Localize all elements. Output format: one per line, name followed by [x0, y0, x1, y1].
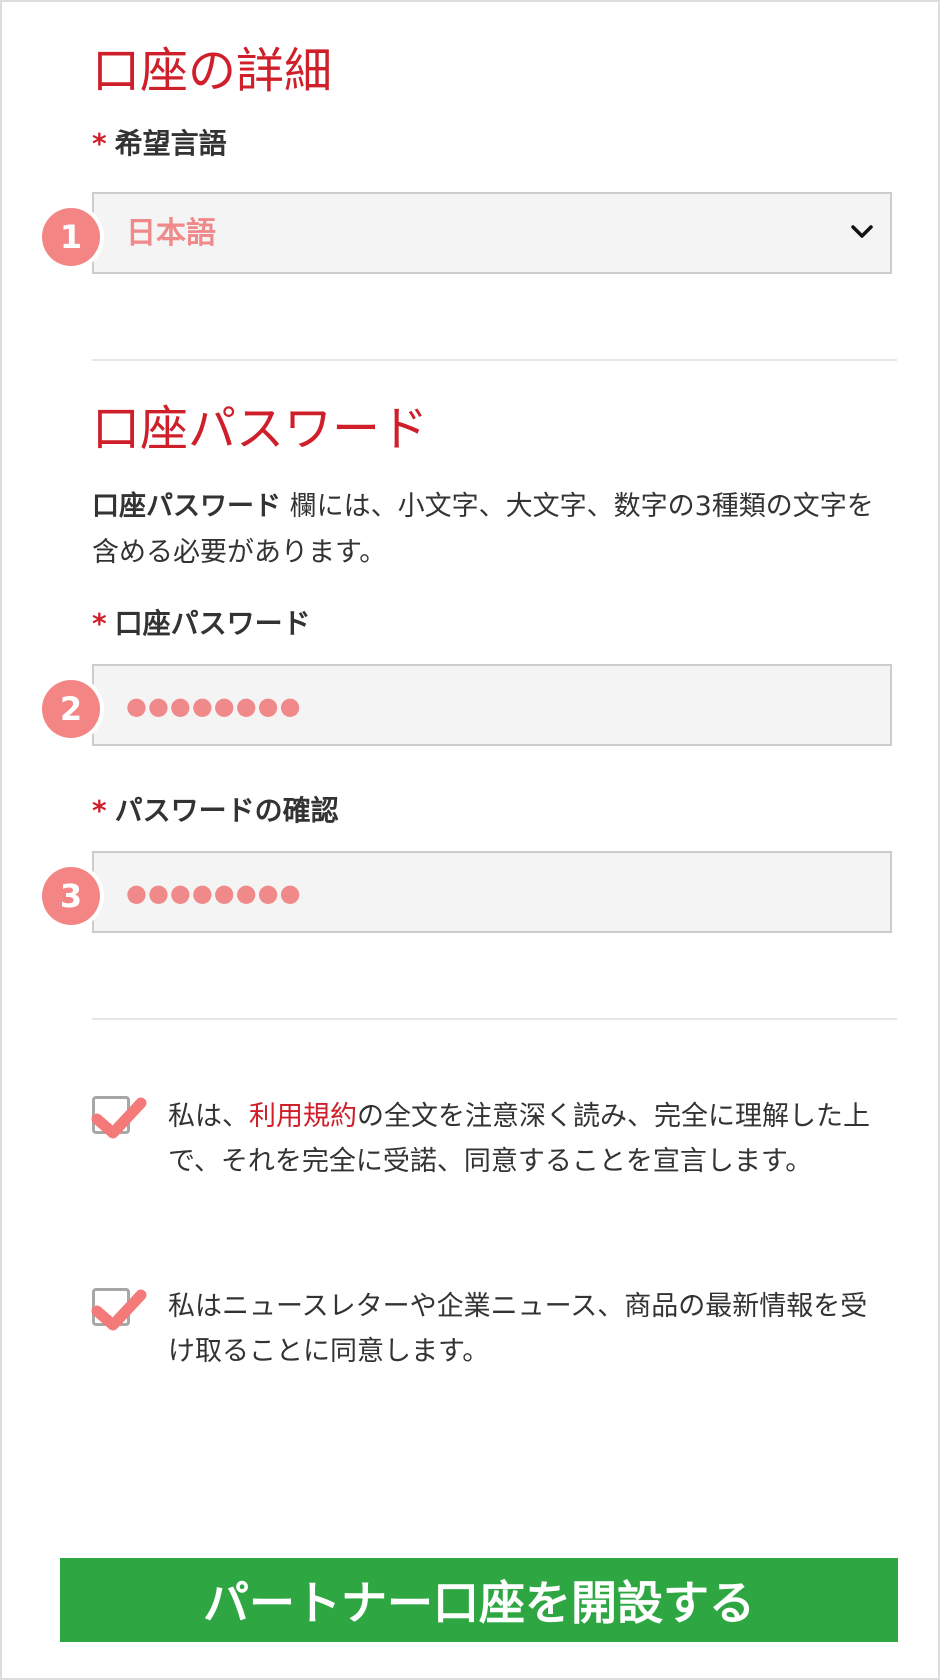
password-requirements-bold: 口座パスワード [92, 491, 281, 522]
confirm-password-field-value: ●●●●●●●● [126, 879, 302, 907]
step-marker-1: 1 [42, 208, 100, 266]
password-label-text: 口座パスワード [114, 607, 311, 640]
step-marker-2: 2 [42, 680, 100, 738]
terms-checkbox[interactable] [91, 1096, 147, 1139]
form-frame: 口座の詳細 * 希望言語 日本語 1 口座パスワード 口座パスワード 欄には、小文… [0, 0, 940, 1680]
terms-agreement-text: 私は、利用規約の全文を注意深く読み、完全に理解した上で、それを完全に受諾、同意す… [168, 1094, 888, 1184]
language-label-text: 希望言語 [114, 127, 227, 160]
confirm-password-label: * パスワードの確認 [92, 789, 339, 829]
newsletter-agreement-text: 私はニュースレターや企業ニュース、商品の最新情報を受け取ることに同意します。 [168, 1291, 868, 1367]
terms-link[interactable]: 利用規約 [249, 1101, 357, 1132]
password-label: * 口座パスワード [92, 602, 311, 642]
account-password-title: 口座パスワード [92, 401, 429, 457]
password-field-value: ●●●●●●●● [126, 692, 302, 720]
password-requirements-text: 口座パスワード 欄には、小文字、大文字、数字の3種類の文字を含める必要があります… [92, 484, 892, 576]
language-select-value: 日本語 [126, 216, 216, 251]
section-divider [92, 359, 897, 361]
checkmark-icon [91, 1097, 147, 1139]
terms-prefix: 私は、 [168, 1101, 249, 1132]
language-label: * 希望言語 [92, 122, 227, 162]
confirm-password-field[interactable]: ●●●●●●●● [92, 851, 892, 933]
password-field[interactable]: ●●●●●●●● [92, 664, 892, 746]
language-select[interactable]: 日本語 [92, 192, 892, 274]
required-mark: * [92, 127, 107, 160]
open-partner-account-button[interactable]: パートナー口座を開設する [60, 1558, 898, 1642]
account-details-title: 口座の詳細 [92, 43, 333, 99]
step-marker-3: 3 [42, 867, 100, 925]
confirm-password-label-text: パスワードの確認 [114, 794, 339, 827]
section-divider [92, 1018, 897, 1020]
checkmark-icon [91, 1289, 147, 1331]
chevron-down-icon [846, 216, 878, 248]
required-mark: * [92, 607, 107, 640]
required-mark: * [92, 794, 107, 827]
newsletter-checkbox[interactable] [91, 1288, 147, 1331]
